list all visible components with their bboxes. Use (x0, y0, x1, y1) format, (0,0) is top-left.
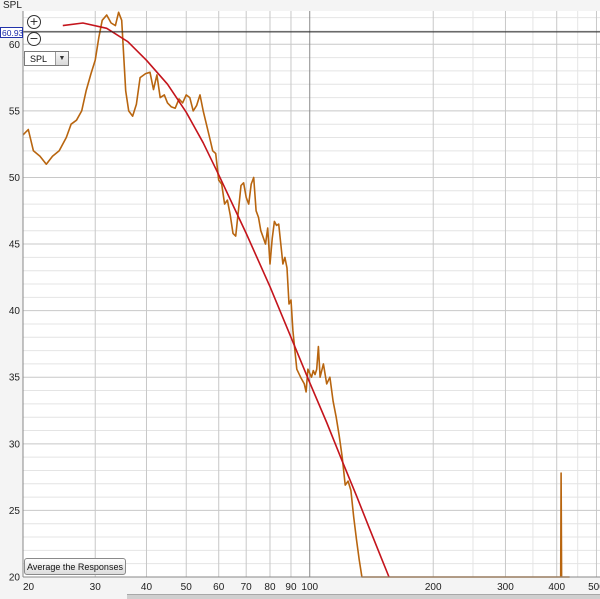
y-axis-title: SPL (3, 0, 22, 11)
y-tick-label: 25 (9, 506, 21, 517)
x-tick-label: 50 (181, 582, 193, 593)
measurement-type-value: SPL (30, 53, 48, 64)
x-tick-label: 90 (285, 582, 297, 593)
y-tick-label: 20 (9, 573, 21, 584)
x-tick-label: 70 (241, 582, 253, 593)
x-tick-label: 80 (264, 582, 276, 593)
average-responses-button[interactable]: Average the Responses (24, 558, 126, 575)
x-tick-label: 100 (301, 582, 318, 593)
x-tick-label: 400 (548, 582, 565, 593)
zoom-in-icon[interactable]: + (27, 15, 41, 29)
spl-graph[interactable]: 20 30 40 50 60 70 80 90 100 200 300 400 500 20 25 30 35… (0, 0, 600, 598)
cursor-value-readout: 60.93 (0, 26, 24, 38)
x-tick-label: 60 (213, 582, 225, 593)
horizontal-scrollbar[interactable] (127, 594, 600, 599)
chevron-down-icon[interactable]: ▼ (55, 52, 68, 65)
x-tick-label: 300 (497, 582, 514, 593)
y-tick-label: 40 (9, 306, 21, 317)
y-tick-label: 50 (9, 173, 21, 184)
x-tick-label: 40 (141, 582, 153, 593)
x-tick-label: 20 (23, 582, 35, 593)
y-tick-label: 30 (9, 439, 21, 450)
y-tick-label: 35 (9, 373, 21, 384)
y-tick-label: 45 (9, 240, 21, 251)
measurement-type-select[interactable]: SPL ▼ (24, 51, 69, 66)
plot-area[interactable] (23, 11, 600, 577)
x-tick-label: 200 (425, 582, 442, 593)
room-eq-graph-window: 20 30 40 50 60 70 80 90 100 200 300 400 500 20 25 30 35… (0, 0, 600, 599)
zoom-out-icon[interactable]: − (27, 32, 41, 46)
x-tick-label: 30 (90, 582, 102, 593)
y-tick-label: 55 (9, 106, 21, 117)
x-tick-label: 500 (588, 582, 600, 593)
y-tick-label: 60 (9, 40, 21, 51)
